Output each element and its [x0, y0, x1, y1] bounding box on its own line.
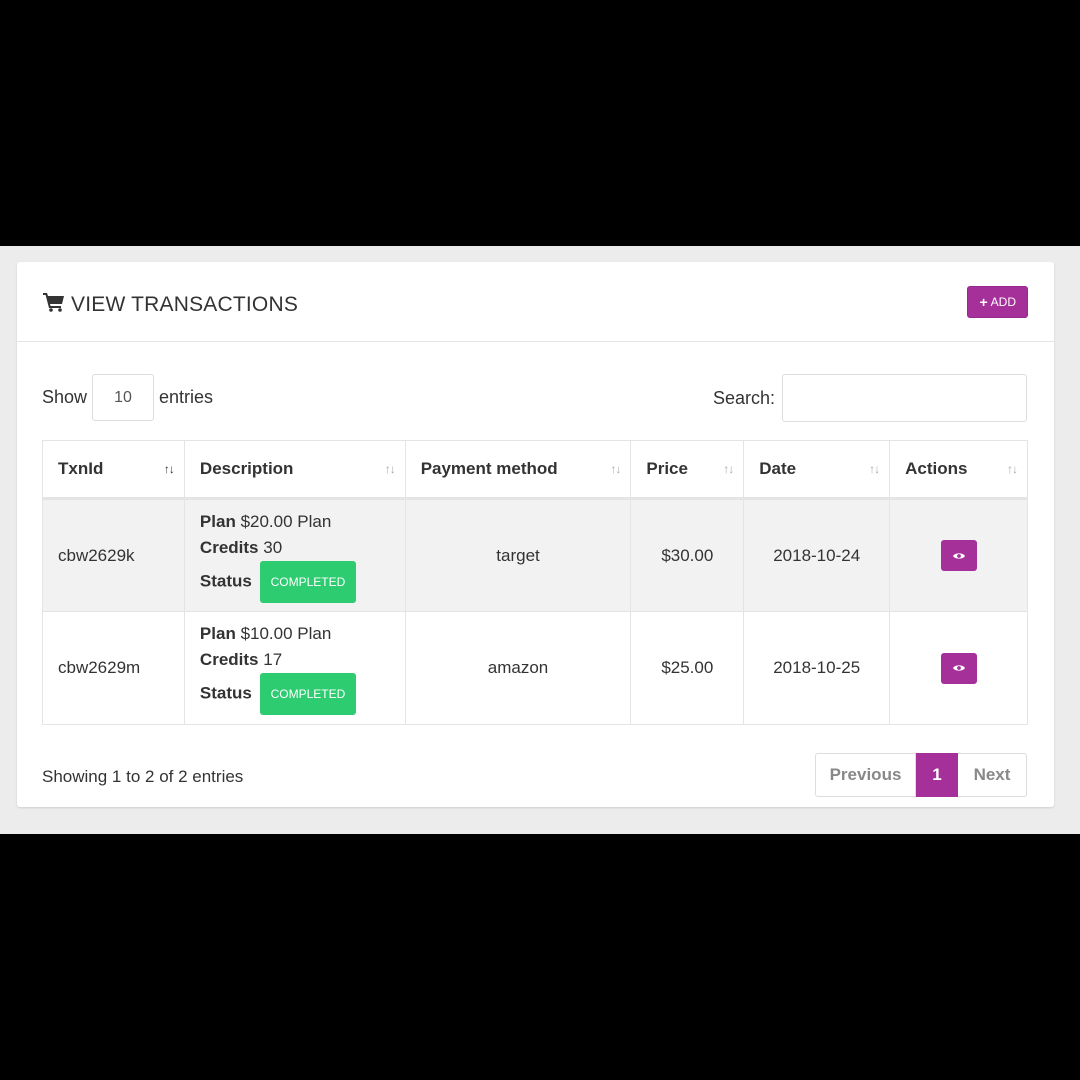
column-header-actions[interactable]: Actions ↑↓: [889, 440, 1028, 500]
credits-label: Credits: [199, 650, 259, 669]
column-header-txnid[interactable]: TxnId ↑↓: [42, 440, 185, 500]
sort-icon: ↑↓: [1007, 462, 1018, 476]
view-button[interactable]: [940, 652, 977, 684]
eye-icon: [952, 665, 965, 671]
status-label: Status: [199, 683, 252, 703]
table-info: Showing 1 to 2 of 2 entries: [42, 767, 244, 786]
sort-icon: ↑↓: [723, 462, 734, 476]
panel-title: VIEW TRANSACTIONS: [43, 292, 298, 318]
status-badge: COMPLETED: [259, 673, 357, 715]
eye-icon: [952, 552, 965, 559]
credits-value: 17: [263, 650, 283, 669]
column-header-date[interactable]: Date ↑↓: [743, 440, 891, 500]
payment-method-cell: target: [404, 498, 632, 612]
column-header-description[interactable]: Description ↑↓: [183, 440, 406, 500]
table-row: cbw2629m Plan $10.00 Plan Credits 17 Sta…: [42, 611, 1028, 725]
column-header-label: Date: [759, 459, 797, 478]
add-button-label: ADD: [990, 295, 1016, 309]
view-button[interactable]: [940, 540, 977, 571]
table-row: cbw2629k Plan $20.00 Plan Credits 30 Sta…: [42, 498, 1028, 612]
entries-label: entries: [159, 387, 214, 407]
viewport: VIEW TRANSACTIONS + ADD Show 10 entries …: [0, 246, 1080, 834]
credits-value: 30: [263, 537, 283, 557]
price-cell: $25.00: [630, 611, 745, 725]
status-badge: COMPLETED: [259, 560, 357, 603]
transactions-panel: VIEW TRANSACTIONS + ADD Show 10 entries …: [17, 262, 1054, 807]
sort-icon: ↑↓: [384, 462, 396, 476]
previous-page-button[interactable]: Previous: [815, 753, 916, 797]
panel-title-text: VIEW TRANSACTIONS: [71, 293, 299, 316]
column-header-price[interactable]: Price ↑↓: [630, 440, 745, 500]
plan-label: Plan: [199, 511, 236, 531]
panel-header: VIEW TRANSACTIONS + ADD: [17, 262, 1054, 342]
plan-value: $10.00 Plan: [240, 624, 332, 643]
sort-icon: ↑↓: [610, 462, 621, 476]
status-label: Status: [199, 570, 252, 590]
shopping-cart-icon: [43, 292, 71, 318]
plan-label: Plan: [199, 624, 236, 643]
actions-cell: [889, 611, 1028, 725]
column-header-label: Price: [646, 459, 688, 478]
sort-icon: ↑↓: [869, 462, 880, 476]
payment-method-cell: amazon: [404, 611, 632, 725]
credits-label: Credits: [199, 537, 259, 557]
search-label: Search:: [712, 387, 775, 408]
entries-length-control: Show 10 entries: [42, 374, 213, 421]
show-label: Show: [42, 387, 88, 407]
table-header-row: TxnId ↑↓ Description ↑↓ Payment method ↑…: [42, 440, 1028, 500]
date-cell: 2018-10-24: [743, 498, 891, 612]
txnid-cell: cbw2629k: [42, 498, 185, 612]
entries-select[interactable]: 10: [92, 374, 155, 421]
description-cell: Plan $10.00 Plan Credits 17 Status COMPL…: [183, 611, 406, 725]
column-header-label: Actions: [905, 459, 968, 478]
plus-icon: +: [979, 294, 988, 310]
add-button[interactable]: + ADD: [967, 286, 1028, 318]
search-control: Search:: [713, 374, 1027, 422]
column-header-label: TxnId: [58, 459, 104, 478]
column-header-payment-method[interactable]: Payment method ↑↓: [404, 440, 632, 500]
search-input[interactable]: [782, 374, 1027, 422]
transactions-table: TxnId ↑↓ Description ↑↓ Payment method ↑…: [42, 440, 1028, 725]
next-page-button[interactable]: Next: [958, 753, 1027, 797]
column-header-label: Description: [199, 459, 294, 478]
pagination: Previous 1 Next: [815, 753, 1027, 797]
page-1-button[interactable]: 1: [916, 753, 958, 797]
price-cell: $30.00: [630, 498, 745, 612]
description-cell: Plan $20.00 Plan Credits 30 Status COMPL…: [183, 498, 406, 612]
actions-cell: [889, 498, 1028, 612]
txnid-cell: cbw2629m: [42, 611, 185, 725]
plan-value: $20.00 Plan: [240, 511, 332, 531]
column-header-label: Payment method: [420, 459, 558, 478]
date-cell: 2018-10-25: [743, 611, 891, 725]
sort-asc-icon: ↑↓: [163, 462, 175, 476]
